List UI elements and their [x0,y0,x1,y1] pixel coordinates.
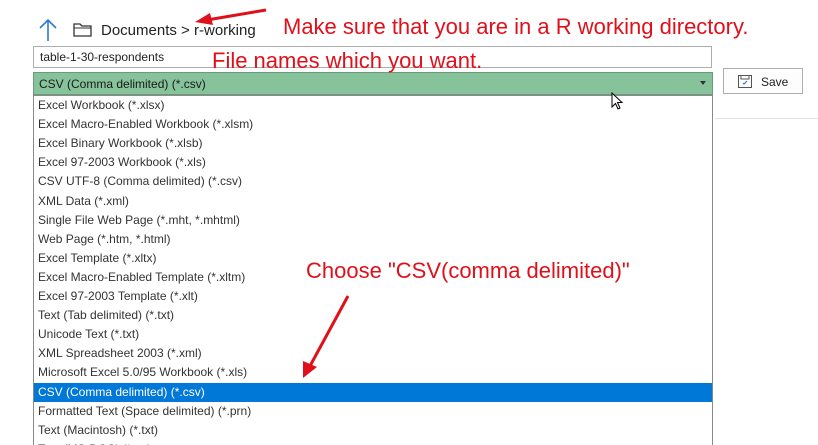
dropdown-option[interactable]: Excel Binary Workbook (*.xlsb) [34,134,712,153]
chevron-down-icon [700,81,706,85]
dropdown-option[interactable]: XML Data (*.xml) [34,192,712,211]
save-as-type-value: CSV (Comma delimited) (*.csv) [39,77,206,91]
dropdown-option[interactable]: Excel Macro-Enabled Workbook (*.xlsm) [34,115,712,134]
save-button-label: Save [761,75,789,89]
dropdown-option[interactable]: CSV UTF-8 (Comma delimited) (*.csv) [34,172,712,191]
dropdown-option[interactable]: Web Page (*.htm, *.html) [34,230,712,249]
annotation-file-names: File names which you want. [212,48,483,73]
dropdown-option[interactable]: Microsoft Excel 5.0/95 Workbook (*.xls) [34,363,712,382]
save-icon [738,75,752,88]
dropdown-option[interactable]: Text (MS-DOS) (*.txt) [34,440,712,445]
dropdown-option[interactable]: Single File Web Page (*.mht, *.mhtml) [34,211,712,230]
annotation-working-directory: Make sure that you are in a R working di… [283,14,749,39]
dropdown-option[interactable]: XML Spreadsheet 2003 (*.xml) [34,344,712,363]
folder-icon [73,23,92,37]
annotation-choose-csv: Choose "CSV(comma delimited)" [306,258,630,283]
up-arrow-icon[interactable] [37,17,59,43]
save-button[interactable]: Save [723,68,803,94]
breadcrumb-separator: > [181,22,190,39]
dropdown-option-selected[interactable]: CSV (Comma delimited) (*.csv) [34,382,712,402]
dropdown-option[interactable]: Text (Tab delimited) (*.txt) [34,306,712,325]
dropdown-option[interactable]: Excel 97-2003 Template (*.xlt) [34,287,712,306]
dropdown-option[interactable]: Text (Macintosh) (*.txt) [34,421,712,440]
breadcrumb-r-working[interactable]: r-working [194,22,256,39]
mouse-cursor-icon [611,92,624,110]
divider [715,118,818,119]
dropdown-option[interactable]: Unicode Text (*.txt) [34,325,712,344]
dropdown-option[interactable]: Formatted Text (Space delimited) (*.prn) [34,402,712,421]
dropdown-option[interactable]: Excel 97-2003 Workbook (*.xls) [34,153,712,172]
breadcrumb-documents[interactable]: Documents [101,22,177,39]
